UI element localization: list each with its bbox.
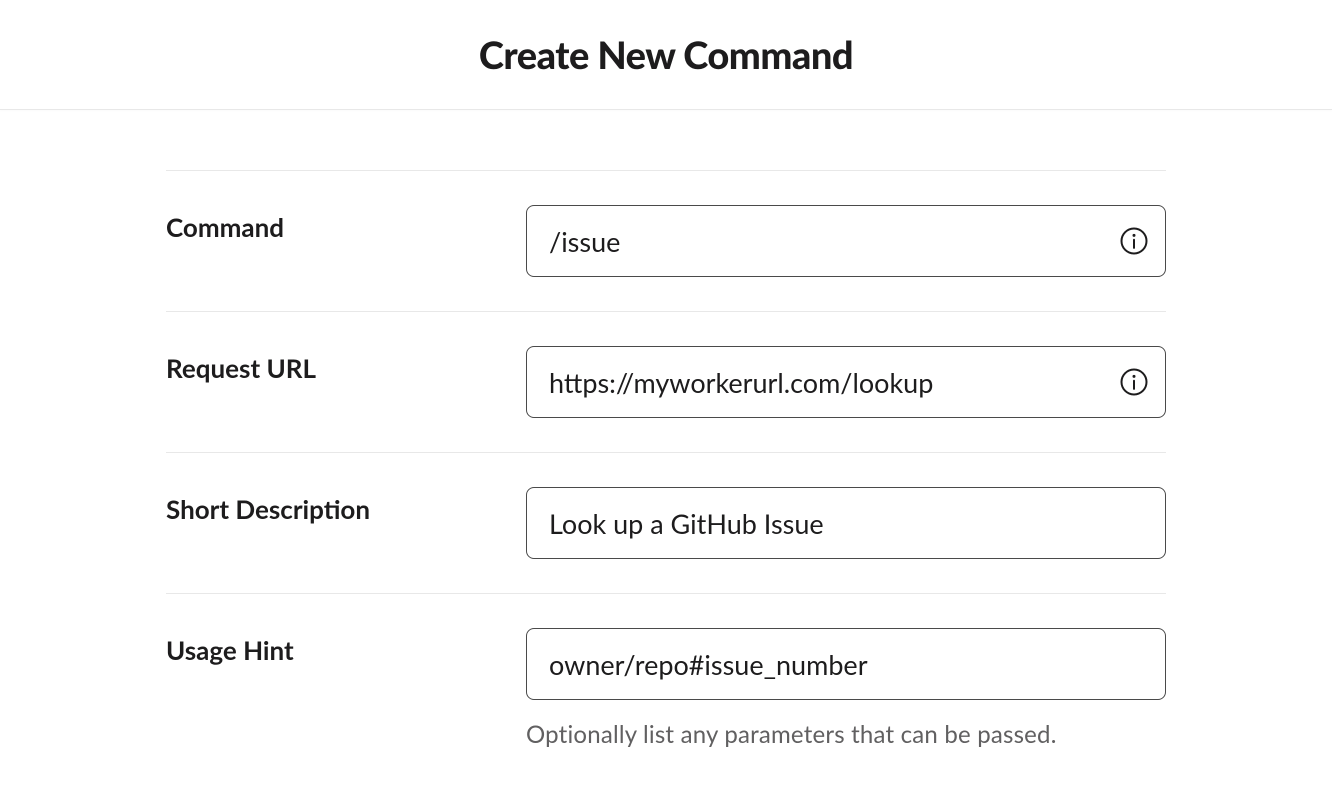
page-title: Create New Command xyxy=(479,32,853,78)
input-shell-short-description xyxy=(526,487,1166,559)
field-usage-hint: Optionally list any parameters that can … xyxy=(526,628,1166,749)
field-short-description xyxy=(526,487,1166,559)
form-row-command: Command xyxy=(166,170,1166,311)
label-command: Command xyxy=(166,205,526,245)
form-row-request-url: Request URL xyxy=(166,311,1166,452)
page-header: Create New Command xyxy=(0,0,1332,110)
field-request-url xyxy=(526,346,1166,418)
label-request-url: Request URL xyxy=(166,346,526,386)
field-command xyxy=(526,205,1166,277)
info-icon[interactable] xyxy=(1118,225,1150,257)
input-shell-usage-hint xyxy=(526,628,1166,700)
input-shell-request-url xyxy=(526,346,1166,418)
label-usage-hint: Usage Hint xyxy=(166,628,526,668)
usage-hint-helper-text: Optionally list any parameters that can … xyxy=(526,720,1166,749)
info-icon[interactable] xyxy=(1118,366,1150,398)
request-url-input[interactable] xyxy=(526,346,1166,418)
command-form: Command Request URL xyxy=(166,110,1166,783)
form-row-usage-hint: Usage Hint Optionally list any parameter… xyxy=(166,593,1166,783)
short-description-input[interactable] xyxy=(526,487,1166,559)
usage-hint-input[interactable] xyxy=(526,628,1166,700)
form-row-short-description: Short Description xyxy=(166,452,1166,593)
command-input[interactable] xyxy=(526,205,1166,277)
input-shell-command xyxy=(526,205,1166,277)
label-short-description: Short Description xyxy=(166,487,526,527)
